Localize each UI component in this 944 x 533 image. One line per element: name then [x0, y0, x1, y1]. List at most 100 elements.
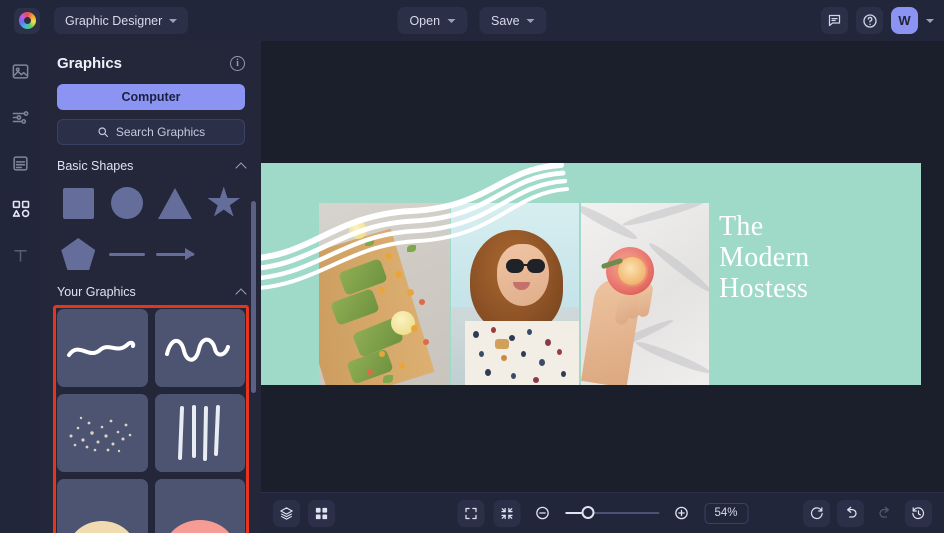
open-button[interactable]: Open	[397, 7, 468, 34]
page-title: Graphics	[57, 55, 123, 72]
undo-icon	[846, 506, 857, 518]
squiggle-wavy-icon	[164, 337, 230, 362]
chevron-down-icon	[526, 19, 535, 23]
help-button[interactable]	[856, 7, 883, 34]
shrink-button[interactable]	[493, 499, 520, 527]
redo-button[interactable]	[871, 500, 898, 527]
sidebar-item-layouts[interactable]	[9, 151, 33, 175]
shape-arrow[interactable]	[154, 234, 197, 274]
app-logo-button[interactable]	[14, 7, 40, 34]
shape-line[interactable]	[106, 234, 149, 274]
redo-icon	[878, 506, 889, 518]
sidebar-item-images[interactable]	[9, 59, 33, 83]
undo-button[interactable]	[837, 499, 864, 527]
sidebar-item-graphics[interactable]	[9, 197, 33, 221]
search-input-text: Search Graphics	[115, 125, 206, 139]
grid-icon	[315, 507, 328, 519]
graphic-tile-vertical-strokes[interactable]	[154, 394, 245, 472]
chevron-down-icon	[169, 19, 178, 23]
computer-button-label: Computer	[121, 90, 181, 104]
headline-line-2: Modern	[719, 242, 810, 273]
user-avatar[interactable]: W	[891, 7, 918, 34]
reset-icon	[810, 506, 823, 519]
zoom-in-button[interactable]	[668, 500, 695, 527]
computer-source-button[interactable]: Computer	[57, 84, 245, 110]
headline-line-1: The	[719, 211, 764, 242]
top-bar-right-controls: W	[821, 7, 934, 34]
zoom-out-button[interactable]	[529, 500, 556, 527]
color-wheel-logo-icon	[16, 8, 36, 29]
canvas-area: The Modern Hostess 54%	[261, 41, 944, 533]
layers-button[interactable]	[273, 499, 300, 527]
shape-pentagon[interactable]	[57, 234, 100, 274]
document-lines-icon	[13, 155, 28, 171]
cream-blob-icon	[75, 521, 130, 533]
history-button[interactable]	[905, 499, 932, 527]
sidebar-item-adjustments[interactable]	[9, 105, 33, 129]
white-wave-ribbons	[261, 163, 569, 290]
info-circle-icon[interactable]: i	[230, 56, 245, 71]
bottom-left-controls	[273, 499, 335, 527]
text-t-icon	[14, 249, 27, 262]
basic-shapes-row-2	[57, 234, 245, 274]
search-graphics-input[interactable]: Basic Shapes Search Graphics	[57, 119, 245, 145]
zoom-level-badge[interactable]: 54%	[704, 502, 748, 524]
graphics-panel: Graphics i Computer Basic Shapes Search …	[41, 41, 261, 533]
layers-icon	[280, 506, 293, 520]
panel-scrollbar[interactable]	[251, 201, 256, 393]
save-button[interactable]: Save	[479, 7, 547, 34]
chevron-up-icon	[235, 287, 247, 300]
basic-shapes-section-header[interactable]: Basic Shapes	[57, 159, 247, 174]
fit-screen-icon	[464, 507, 477, 519]
app-body: Graphics i Computer Basic Shapes Search …	[0, 41, 944, 533]
shape-circle[interactable]	[106, 183, 149, 223]
shape-star[interactable]	[203, 183, 246, 223]
your-graphics-section-header[interactable]: Your Graphics	[57, 285, 247, 300]
fit-screen-button[interactable]	[457, 499, 484, 527]
zoom-in-icon	[675, 506, 688, 520]
chat-bubble-icon	[828, 14, 841, 27]
artboard-headline[interactable]: The Modern Hostess	[719, 211, 809, 304]
graphic-tile-squiggle-thin[interactable]	[57, 309, 148, 387]
bottom-right-controls	[803, 499, 932, 527]
save-label: Save	[491, 13, 520, 28]
reset-button[interactable]	[803, 499, 830, 527]
zoom-slider-handle[interactable]	[581, 506, 594, 519]
shape-triangle[interactable]	[154, 183, 197, 223]
grid-button[interactable]	[308, 499, 335, 527]
shapes-icon	[12, 200, 29, 218]
canvas-stage[interactable]: The Modern Hostess	[261, 41, 944, 492]
top-bar: Graphic Designer Open Save W	[0, 0, 944, 41]
image-icon	[12, 63, 29, 79]
artboard[interactable]: The Modern Hostess	[261, 163, 921, 385]
account-chevron-down-icon[interactable]	[926, 19, 934, 23]
graphic-tile-squiggle-wavy[interactable]	[154, 309, 245, 387]
help-circle-icon	[862, 13, 877, 28]
vertical-strokes-icon	[177, 405, 220, 461]
zoom-level-value: 54%	[714, 507, 738, 519]
sliders-icon	[12, 110, 29, 124]
your-graphics-grid	[57, 309, 245, 533]
zoom-slider-fill	[565, 512, 581, 514]
zoom-slider[interactable]	[565, 506, 659, 519]
panel-header: Graphics i	[57, 55, 245, 72]
search-icon	[98, 127, 108, 138]
chevron-down-icon	[447, 19, 456, 23]
shape-square[interactable]	[57, 183, 100, 223]
project-menu-label: Graphic Designer	[65, 13, 163, 28]
sidebar-item-text[interactable]	[9, 243, 33, 267]
basic-shapes-title: Basic Shapes	[57, 159, 134, 173]
project-menu-dropdown[interactable]: Graphic Designer	[54, 7, 189, 34]
zoom-out-icon	[536, 506, 549, 520]
graphic-tile-cream-blob[interactable]	[57, 479, 148, 533]
pink-blob-icon	[170, 520, 230, 533]
squiggle-thin-icon	[67, 340, 136, 357]
chat-button[interactable]	[821, 7, 848, 34]
history-icon	[912, 506, 925, 519]
app-window: Graphic Designer Open Save W Graphics i …	[0, 0, 944, 533]
chevron-up-icon	[235, 161, 247, 174]
graphic-tile-pink-blob[interactable]	[154, 479, 245, 533]
patterned-blouse	[465, 321, 579, 385]
graphic-tile-confetti-dots[interactable]	[57, 394, 148, 472]
headline-line-3: Hostess	[719, 273, 809, 304]
